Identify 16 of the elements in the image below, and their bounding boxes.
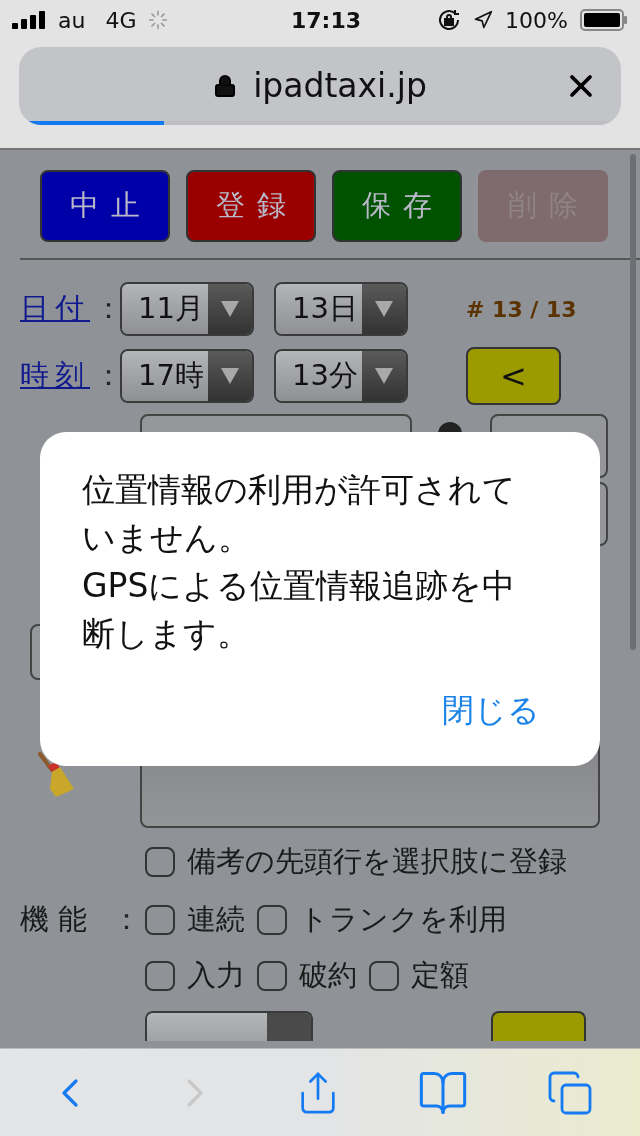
option-label: 備考の先頭行を選択肢に登録	[187, 843, 567, 881]
option-label: 定額	[411, 957, 469, 995]
colon: ：	[112, 901, 142, 939]
battery-percent: 100%	[505, 6, 568, 35]
record-counter: # 13 / 13	[466, 295, 577, 324]
features-label: 機 能	[20, 901, 89, 939]
clock: 17:13	[291, 6, 362, 35]
carrier: au	[58, 6, 86, 35]
alert-message: 位置情報の利用が許可されていません。	[82, 469, 517, 559]
option-label: トランクを利用	[299, 901, 507, 939]
option-label: 連続	[187, 901, 245, 939]
network-type: 4G	[105, 6, 137, 35]
alert-message: GPSによる位置情報追跡を中断します。	[82, 565, 517, 655]
option-label: 入力	[187, 957, 245, 995]
url: ipadtaxi.jp	[253, 65, 427, 108]
option-label: 破約	[299, 957, 357, 995]
